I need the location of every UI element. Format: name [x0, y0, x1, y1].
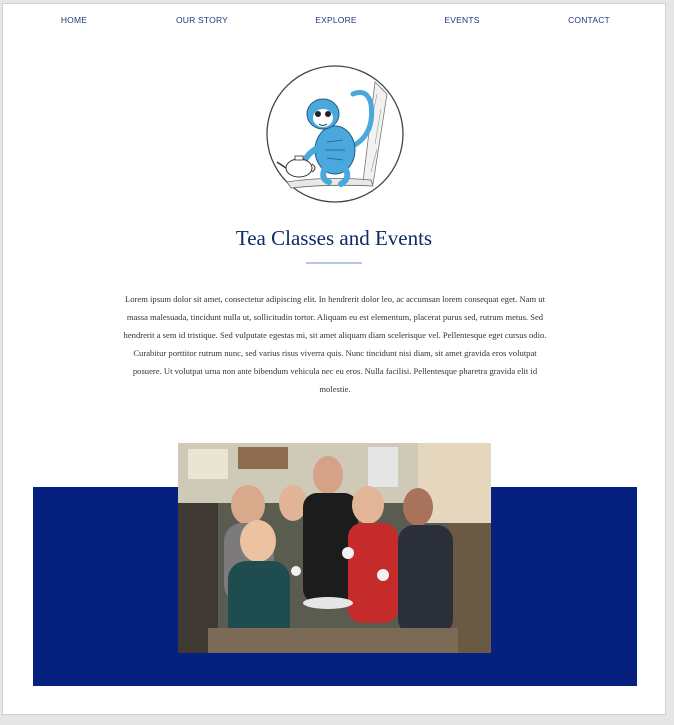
page-title: Tea Classes and Events: [235, 226, 433, 250]
monkey-teapot-logo-icon: [265, 64, 405, 204]
nav-contact-link[interactable]: CONTACT: [568, 15, 610, 25]
top-nav: HOME OUR STORY EXPLORE EVENTS CONTACT: [3, 15, 665, 29]
title-divider: [306, 262, 362, 264]
page: HOME OUR STORY EXPLORE EVENTS CONTACT Te…: [2, 3, 666, 715]
nav-explore-link[interactable]: EXPLORE: [315, 15, 357, 25]
group-photo: [178, 443, 491, 653]
intro-paragraph: Lorem ipsum dolor sit amet, consectetur …: [123, 294, 547, 394]
nav-our-story-link[interactable]: OUR STORY: [176, 15, 228, 25]
nav-home-link[interactable]: HOME: [61, 15, 87, 25]
nav-events-link[interactable]: EVENTS: [444, 15, 479, 25]
